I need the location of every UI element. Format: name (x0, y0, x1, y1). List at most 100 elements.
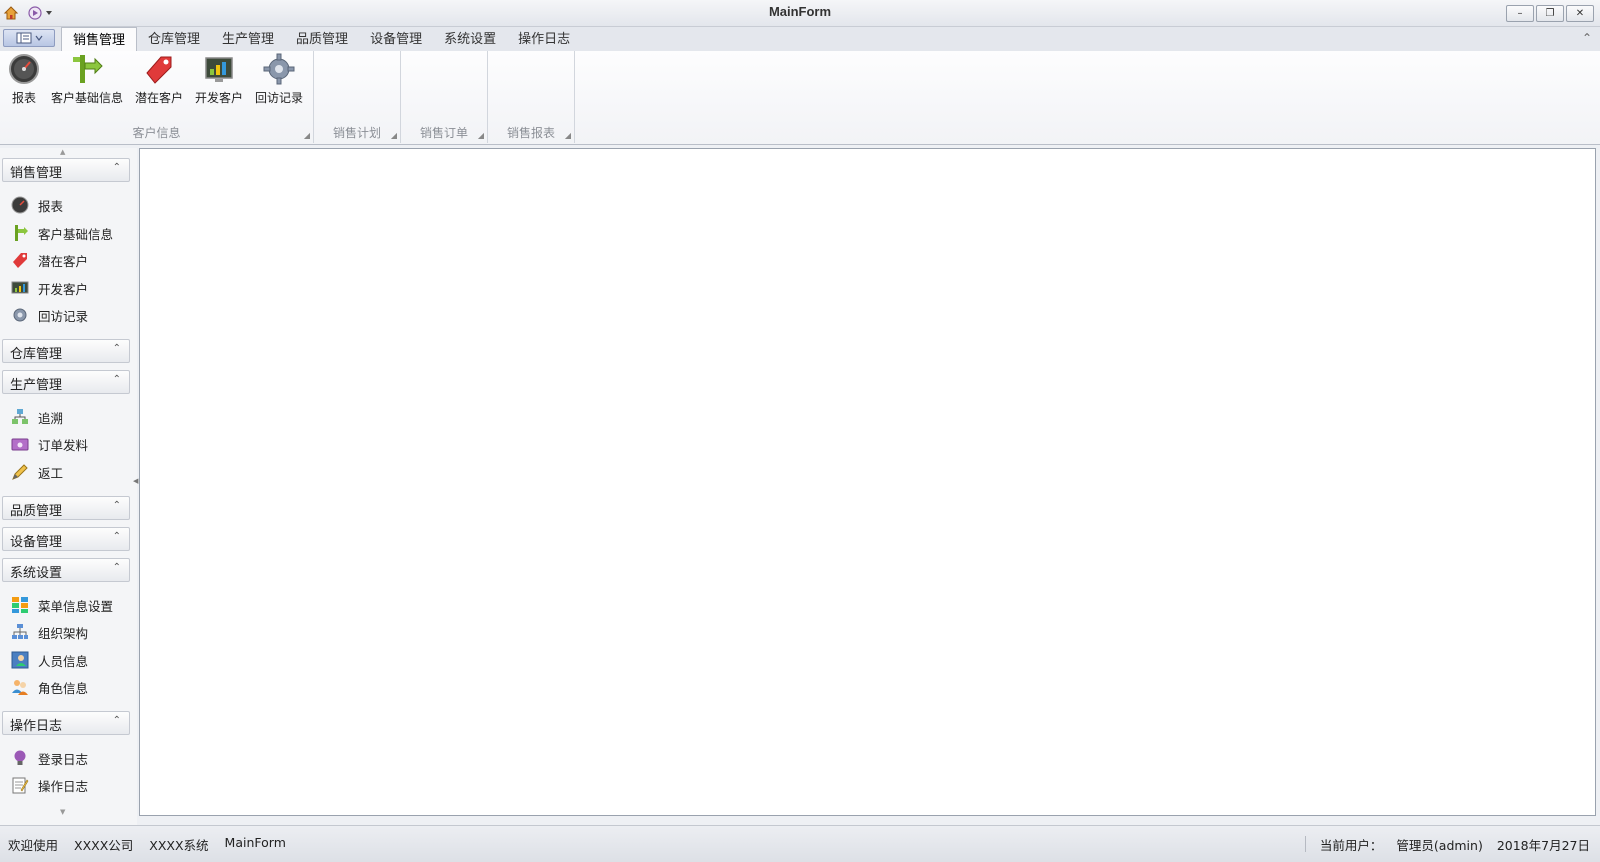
app-menu-icon (16, 32, 31, 44)
return-visit-record-button[interactable]: 回访记录 (253, 53, 305, 109)
nav-item-potential-customer[interactable]: 潜在客户 (10, 249, 128, 271)
status-current-user-label: 当前用户： (1319, 838, 1383, 853)
nav-item-label: 人员信息 (38, 653, 89, 669)
tag-icon (10, 250, 30, 270)
nav-group-title: 操作日志 (10, 719, 63, 734)
group-caption: 客户信息 (132, 126, 181, 140)
nav-item-return-visit-record[interactable]: 回访记录 (10, 304, 128, 326)
status-welcome: 欢迎使用 (8, 838, 59, 853)
potential-customer-button[interactable]: 潜在客户 (133, 53, 185, 109)
dialog-launcher-icon[interactable]: ◢ (565, 131, 571, 140)
nav-item-order-material[interactable]: 订单发料 (10, 433, 128, 455)
status-form: MainForm (224, 835, 286, 850)
scroll-down-icon[interactable]: ▼ (60, 808, 65, 816)
tab-operation-log[interactable]: 操作日志 (507, 27, 581, 51)
nav-group-title: 销售管理 (10, 166, 63, 181)
group-caption: 销售报表 (506, 126, 555, 140)
return-visit-record-label: 回访记录 (254, 91, 303, 105)
ribbon-group-sales-report: 销售报表 ◢ (488, 51, 575, 143)
main-workspace (139, 148, 1596, 816)
nav-item-develop-customer[interactable]: 开发客户 (10, 277, 128, 299)
restore-button[interactable]: ❐ (1536, 5, 1564, 22)
nav-item-label: 订单发料 (38, 437, 89, 453)
nav-group-title: 设备管理 (10, 535, 63, 550)
nav-item-report[interactable]: 报表 (10, 194, 128, 216)
signpost-icon (10, 223, 30, 243)
nav-group-equipment[interactable]: 设备管理 ⌃ (2, 527, 130, 551)
nav-item-menu-settings[interactable]: 菜单信息设置 (10, 594, 128, 616)
nav-item-operation-log[interactable]: 操作日志 (10, 774, 128, 796)
nav-item-rework[interactable]: 返工 (10, 461, 128, 483)
report-button-label: 报表 (11, 91, 36, 105)
nav-group-title: 仓库管理 (10, 347, 63, 362)
nav-group-title: 品质管理 (10, 504, 63, 519)
status-left: 欢迎使用 XXXX公司 XXXX系统 MainForm (8, 835, 286, 854)
nav-item-label: 菜单信息设置 (38, 598, 114, 614)
application-menu-button[interactable] (3, 29, 55, 47)
status-right: 当前用户： 管理员(admin) 2018年7月27日 (1304, 835, 1590, 854)
customer-basic-info-button[interactable]: 客户基础信息 (50, 53, 124, 109)
group-caption: 销售计划 (332, 126, 381, 140)
status-bar: 欢迎使用 XXXX公司 XXXX系统 MainForm 当前用户： 管理员(ad… (0, 825, 1600, 862)
tab-system-settings[interactable]: 系统设置 (433, 27, 507, 51)
nav-group-production[interactable]: 生产管理 ⌃ (2, 370, 130, 394)
nav-group-warehouse[interactable]: 仓库管理 ⌃ (2, 339, 130, 363)
nav-group-system-settings[interactable]: 系统设置 ⌃ (2, 558, 130, 582)
nav-item-role[interactable]: 角色信息 (10, 676, 128, 698)
tag-icon (143, 53, 175, 85)
ribbon-minimize-icon[interactable]: ⌃ (1582, 31, 1592, 45)
ribbon-group-customer-info: 报表 客户基础信息 潜在客户 开发客户 回访记录 客户信息 ◢ (0, 51, 314, 143)
tab-equipment[interactable]: 设备管理 (359, 27, 433, 51)
dialog-launcher-icon[interactable]: ◢ (391, 131, 397, 140)
window-controls: – ❐ ✕ (1506, 5, 1594, 22)
nav-item-login-log[interactable]: 登录日志 (10, 747, 128, 769)
chevron-up-icon: ⌃ (112, 500, 121, 511)
tab-sales[interactable]: 销售管理 (61, 27, 138, 52)
title-bar: MainForm – ❐ ✕ (0, 0, 1600, 27)
nav-item-label: 组织架构 (38, 625, 89, 641)
ribbon-group-sales-order: 销售订单 ◢ (401, 51, 488, 143)
nav-group-quality[interactable]: 品质管理 ⌃ (2, 496, 130, 520)
status-separator (1304, 836, 1306, 852)
chevron-up-icon: ⌃ (112, 374, 121, 385)
signpost-icon (71, 53, 103, 85)
nav-group-operation-log[interactable]: 操作日志 ⌃ (2, 711, 130, 735)
notepad-icon (10, 775, 30, 795)
dialog-launcher-icon[interactable]: ◢ (304, 131, 310, 140)
person-card-icon (10, 650, 30, 670)
folder-gear-icon (10, 434, 30, 454)
navigation-bar: ▲ 销售管理 ⌃ 报表 客户基础信息 潜在客户 开发客户 回访记录 仓库管理 ⌃… (0, 148, 137, 826)
potential-customer-label: 潜在客户 (134, 91, 183, 105)
nav-group-sales[interactable]: 销售管理 ⌃ (2, 158, 130, 182)
nav-item-customer-basic-info[interactable]: 客户基础信息 (10, 222, 128, 244)
minimize-button[interactable]: – (1506, 5, 1534, 22)
nav-item-personnel[interactable]: 人员信息 (10, 649, 128, 671)
tab-quality[interactable]: 品质管理 (285, 27, 359, 51)
gauge-icon (8, 53, 40, 85)
ribbon-group-sales-plan: 销售计划 ◢ (314, 51, 401, 143)
develop-customer-button[interactable]: 开发客户 (193, 53, 245, 109)
dialog-launcher-icon[interactable]: ◢ (478, 131, 484, 140)
pencil-icon (10, 462, 30, 482)
scroll-up-icon[interactable]: ▲ (60, 148, 65, 156)
tab-production[interactable]: 生产管理 (211, 27, 285, 51)
lightbulb-icon (10, 748, 30, 768)
nav-item-trace[interactable]: 追溯 (10, 406, 128, 428)
close-button[interactable]: ✕ (1566, 5, 1594, 22)
nav-item-label: 报表 (38, 198, 64, 214)
gear-icon (263, 53, 295, 85)
splitter-collapse-icon[interactable]: ◀ (133, 477, 138, 485)
nav-item-label: 追溯 (38, 410, 64, 426)
chart-monitor-icon (10, 278, 30, 298)
chevron-down-icon (35, 35, 42, 41)
chevron-up-icon: ⌃ (112, 531, 121, 542)
nav-item-label: 开发客户 (38, 281, 89, 297)
ribbon-tabs: 销售管理 仓库管理 生产管理 品质管理 设备管理 系统设置 操作日志 (61, 27, 581, 52)
nav-item-org-structure[interactable]: 组织架构 (10, 621, 128, 643)
tab-warehouse[interactable]: 仓库管理 (137, 27, 211, 51)
gauge-icon (10, 195, 30, 215)
chevron-up-icon: ⌃ (112, 715, 121, 726)
menu-blocks-icon (10, 595, 30, 615)
nav-item-label: 操作日志 (38, 778, 89, 794)
report-button[interactable]: 报表 (6, 53, 42, 109)
